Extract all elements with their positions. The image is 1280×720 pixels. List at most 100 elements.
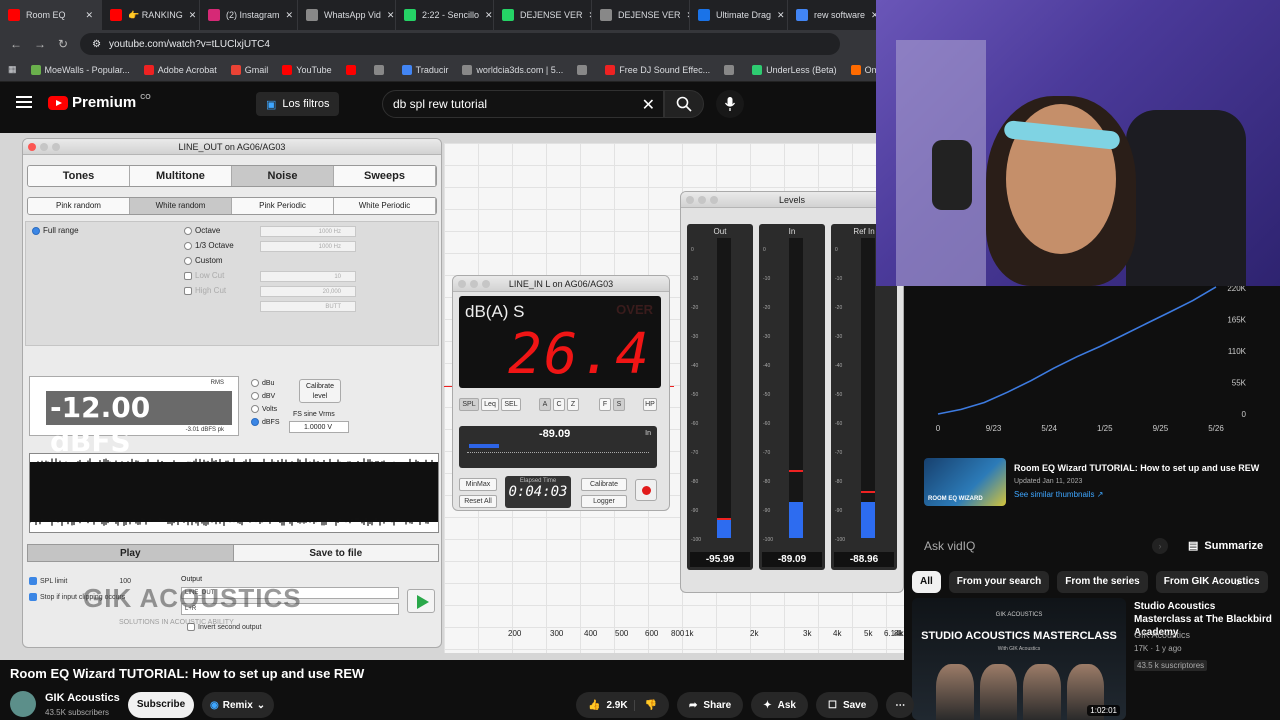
minimize-window-icon[interactable]	[40, 143, 48, 151]
octave-option[interactable]: Octave	[184, 226, 220, 235]
url-bar[interactable]: ⚙ youtube.com/watch?v=tLUClxjUTC4	[80, 33, 841, 55]
noise-type-tab[interactable]: White Periodic	[334, 198, 436, 214]
filter-chip[interactable]: From GIK Acoustics	[1155, 571, 1268, 593]
unit-option[interactable]: dBFS	[251, 416, 280, 429]
related-video-thumbnail[interactable]: GIK ACOUSTICS STUDIO ACOUSTICS MASTERCLA…	[912, 598, 1126, 720]
bookmark-item[interactable]: worldcia3ds.com | 5...	[462, 64, 563, 75]
bookmark-item[interactable]	[724, 64, 738, 75]
spl-mode-button[interactable]: Leq	[481, 398, 499, 411]
reload-icon[interactable]: ↻	[58, 37, 68, 51]
browser-tab[interactable]: 2:22 - Sencillo ✕	[396, 0, 494, 30]
close-tab-icon[interactable]: ✕	[286, 10, 294, 21]
filter-type-field[interactable]: BUTT	[260, 301, 356, 312]
close-tab-icon[interactable]: ✕	[387, 10, 395, 21]
frequency-field-2[interactable]: 1000 Hz	[260, 241, 356, 252]
back-icon[interactable]: ←	[10, 37, 22, 51]
zoom-window-icon[interactable]	[710, 196, 718, 204]
high-cut-option[interactable]: High Cut	[184, 286, 226, 295]
close-tab-icon[interactable]: ✕	[189, 10, 197, 21]
dislike-icon[interactable]: 👎	[633, 699, 657, 711]
spl-mode-button[interactable]: SPL	[459, 398, 479, 411]
channel-name[interactable]: GIK Acoustics	[45, 692, 120, 704]
apps-grid-icon[interactable]: ▦	[8, 64, 17, 75]
play-button[interactable]: Play	[28, 545, 234, 561]
browser-tab[interactable]: 👉 RANKING ✕	[102, 0, 200, 30]
minimize-window-icon[interactable]	[470, 280, 478, 288]
share-button[interactable]: ➦ Share	[677, 692, 744, 718]
similar-video-card[interactable]: ROOM EQ WIZARD Room EQ Wizard TUTORIAL: …	[924, 458, 1270, 506]
noise-type-tab[interactable]: Pink Periodic	[232, 198, 334, 214]
minmax-button[interactable]: MinMax	[459, 478, 497, 491]
spl-mode-button[interactable]: A	[539, 398, 551, 411]
bookmark-item[interactable]: MoeWalls - Popular...	[30, 64, 130, 75]
noise-type-tab[interactable]: White random	[130, 198, 232, 214]
clear-search-icon[interactable]: ✕	[642, 95, 655, 115]
frequency-field-1[interactable]: 1000 Hz	[260, 226, 356, 237]
site-info-icon[interactable]: ⚙	[92, 39, 101, 50]
bookmark-item[interactable]: Free DJ Sound Effec...	[605, 64, 710, 75]
reset-all-button[interactable]: Reset All	[459, 495, 497, 508]
unit-option[interactable]: Volts	[251, 403, 280, 416]
filter-chip[interactable]: From the series	[1057, 571, 1148, 593]
similar-video-title[interactable]: Room EQ Wizard TUTORIAL: How to set up a…	[1014, 463, 1259, 473]
youtube-logo[interactable]: Premium CO	[48, 94, 151, 111]
browser-tab[interactable]: Ultimate Drag ✕	[690, 0, 788, 30]
bookmark-item[interactable]	[345, 64, 360, 75]
fs-sine-field[interactable]: 1.0000 V	[289, 421, 349, 433]
close-window-icon[interactable]	[686, 196, 694, 204]
related-video-card[interactable]: GIK ACOUSTICS STUDIO ACOUSTICS MASTERCLA…	[912, 598, 1272, 720]
see-similar-thumbnails-link[interactable]: See similar thumbnails ↗	[1014, 490, 1103, 499]
bookmark-item[interactable]: Adobe Acrobat	[143, 64, 217, 75]
close-tab-icon[interactable]: ✕	[777, 10, 785, 21]
generator-tab[interactable]: Sweeps	[334, 166, 436, 186]
generator-tab[interactable]: Tones	[28, 166, 130, 186]
browser-tab[interactable]: Room EQ ✕	[0, 0, 102, 30]
spl-mode-button[interactable]: F	[599, 398, 611, 411]
bookmark-item[interactable]	[373, 64, 388, 75]
voice-search-button[interactable]	[716, 90, 744, 118]
related-video-channel[interactable]: GIK Acoustics	[1134, 630, 1190, 640]
bookmark-item[interactable]: UnderLess (Beta)	[752, 64, 837, 75]
similar-video-thumbnail[interactable]: ROOM EQ WIZARD	[924, 458, 1006, 506]
noise-type-tab[interactable]: Pink random	[28, 198, 130, 214]
record-button[interactable]	[635, 479, 657, 501]
chips-next-icon[interactable]: ›	[1236, 575, 1240, 589]
more-actions-button[interactable]: ⋯	[886, 692, 915, 718]
filter-chip[interactable]: All	[912, 571, 941, 593]
browser-tab[interactable]: rew software ✕	[788, 0, 886, 30]
spl-mode-button[interactable]: SEL	[501, 398, 521, 411]
browser-tab[interactable]: WhatsApp Vid ✕	[298, 0, 396, 30]
filter-chip[interactable]: From your search	[948, 571, 1050, 593]
send-arrow-icon[interactable]: ›	[1152, 538, 1168, 554]
zoom-window-icon[interactable]	[482, 280, 490, 288]
high-cut-field[interactable]: 20,000	[260, 286, 356, 297]
unit-option[interactable]: dBV	[251, 390, 280, 403]
calibrate-level-button[interactable]: Calibrate level	[299, 379, 341, 403]
channel-avatar[interactable]	[10, 691, 36, 717]
spl-calibrate-button[interactable]: Calibrate	[581, 478, 627, 491]
generator-tab[interactable]: Multitone	[130, 166, 232, 186]
full-range-option[interactable]: Full range	[32, 226, 79, 235]
spl-mode-button[interactable]: S	[613, 398, 625, 411]
video-player[interactable]: 200 300 400 500 600 800 1k 2k 3k 4k 5k 6.14k 8k LINE…	[0, 133, 904, 660]
close-window-icon[interactable]	[458, 280, 466, 288]
bookmark-item[interactable]: Gmail	[230, 64, 268, 75]
remix-button[interactable]: ◉ Remix ⌄	[202, 692, 274, 718]
start-generator-button[interactable]	[407, 589, 435, 613]
minimize-window-icon[interactable]	[698, 196, 706, 204]
forward-icon[interactable]: →	[34, 37, 46, 51]
level-display[interactable]: RMS -12.00 dBFS -3.01 dBFS pk	[29, 376, 239, 458]
ask-vidiq-input[interactable]: Ask vidIQ ›	[912, 532, 1174, 560]
spl-mode-button[interactable]: HP	[643, 398, 657, 411]
summarize-button[interactable]: ▤ Summarize	[1188, 539, 1263, 553]
browser-tab[interactable]: (2) Instagram ✕	[200, 0, 298, 30]
bookmark-item[interactable]	[577, 64, 591, 75]
ask-button[interactable]: ✦ Ask	[751, 692, 808, 718]
bookmark-item[interactable]: Traducir	[401, 64, 448, 75]
browser-tab[interactable]: DEJENSE VER✕	[592, 0, 690, 30]
save-button[interactable]: ☐ Save	[815, 692, 879, 718]
bookmark-item[interactable]: YouTube	[282, 64, 332, 75]
menu-icon[interactable]	[16, 96, 32, 108]
filters-button[interactable]: ▣ Los filtros	[256, 92, 340, 116]
low-cut-field[interactable]: 10	[260, 271, 356, 282]
